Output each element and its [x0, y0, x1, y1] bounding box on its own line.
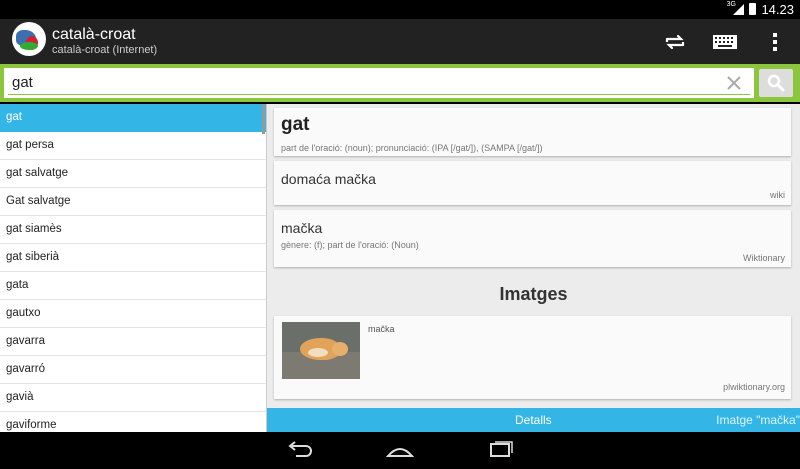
app-subtitle: català-croat (Internet) — [52, 44, 158, 56]
swap-languages-icon[interactable] — [662, 29, 688, 55]
details-button[interactable]: Detalls — [515, 413, 552, 427]
list-item[interactable]: gavià — [0, 384, 266, 412]
search-button[interactable] — [759, 69, 793, 97]
search-bar — [0, 64, 800, 102]
recent-apps-icon[interactable] — [486, 440, 516, 460]
app-title: català-croat — [52, 26, 136, 43]
list-item[interactable]: gat siamès — [0, 216, 266, 244]
battery-icon — [749, 3, 756, 15]
signal-icon — [733, 4, 744, 15]
keyboard-icon[interactable] — [712, 29, 738, 55]
translation-source: wiki — [770, 190, 785, 200]
image-caption: mačka — [368, 324, 395, 334]
search-underline — [8, 94, 750, 95]
list-item[interactable]: gat persa — [0, 132, 266, 160]
list-item[interactable]: gautxo — [0, 300, 266, 328]
navigation-bar — [0, 432, 800, 469]
list-item[interactable]: gat siberià — [0, 244, 266, 272]
cat-thumbnail[interactable] — [282, 322, 360, 379]
search-input[interactable] — [4, 68, 712, 96]
app-logo-icon[interactable] — [12, 22, 46, 56]
translation-meta: gènere: (f); part de l'oració: (Noun) — [281, 240, 419, 250]
clock: 14.23 — [761, 2, 794, 17]
list-item[interactable]: gavarró — [0, 356, 266, 384]
word-list: gat gat persa gat salvatge Gat salvatge … — [0, 104, 267, 432]
search-field — [4, 68, 754, 98]
bottom-action-bar: Detalls Imatge "mačka" — [267, 408, 800, 432]
translation-word: mačka — [281, 220, 323, 236]
headword-card: gat part de l'oració: (noun); pronunciac… — [274, 108, 791, 156]
home-icon[interactable] — [385, 440, 415, 460]
image-button[interactable]: Imatge "mačka" — [716, 413, 800, 427]
translation-word: domaća mačka — [281, 171, 376, 187]
headword: gat — [281, 114, 310, 135]
image-card[interactable]: mačka plwiktionary.org — [274, 316, 791, 399]
action-bar: català-croat català-croat (Internet) — [0, 19, 800, 64]
translation-source: Wiktionary — [742, 253, 785, 263]
images-heading: Imatges — [499, 284, 568, 304]
list-item[interactable]: gat salvatge — [0, 160, 266, 188]
list-item[interactable]: gaviforme — [0, 412, 266, 432]
search-icon — [767, 74, 785, 92]
list-item[interactable]: gata — [0, 272, 266, 300]
list-scrollbar[interactable] — [262, 104, 265, 134]
translation-card[interactable]: mačka gènere: (f); part de l'oració: (No… — [274, 210, 791, 267]
back-icon[interactable] — [284, 440, 314, 460]
clear-icon[interactable] — [726, 75, 742, 91]
image-source: plwiktionary.org — [723, 382, 785, 392]
overflow-menu-icon[interactable] — [762, 29, 788, 55]
entry-pane: gat part de l'oració: (noun); pronunciac… — [267, 104, 800, 432]
list-item[interactable]: gavarra — [0, 328, 266, 356]
list-item[interactable]: Gat salvatge — [0, 188, 266, 216]
list-item[interactable]: gat — [0, 104, 266, 132]
status-bar: 3G 14.23 — [0, 0, 800, 19]
headword-meta: part de l'oració: (noun); pronunciació: … — [281, 143, 543, 153]
translation-card[interactable]: domaća mačka wiki — [274, 161, 791, 205]
